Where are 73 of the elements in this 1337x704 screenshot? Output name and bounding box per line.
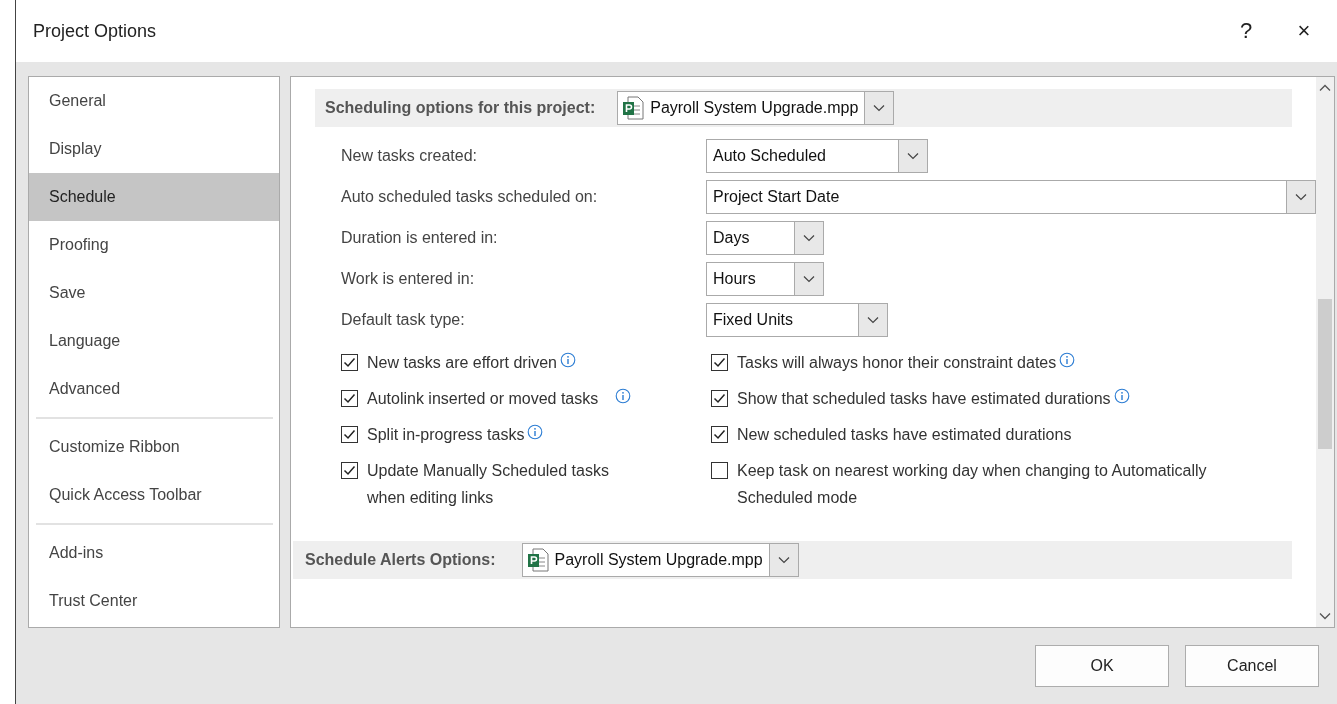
section-heading: Schedule Alerts Options: <box>305 551 496 569</box>
chevron-down-icon <box>803 234 815 242</box>
sidebar-item[interactable]: Display <box>29 125 279 173</box>
checkbox[interactable] <box>711 426 728 443</box>
cancel-button[interactable]: Cancel <box>1185 645 1319 687</box>
scroll-thumb[interactable] <box>1318 299 1332 449</box>
field-label: Work is entered in: <box>341 270 476 288</box>
option-label: Tasks will always honor their constraint dates <box>737 353 1057 373</box>
dropdown-value: Payroll System Upgrade.mpp <box>650 99 859 117</box>
scroll-up-icon[interactable] <box>1319 84 1331 92</box>
field-label: Auto scheduled tasks scheduled on: <box>341 188 599 206</box>
close-button[interactable]: × <box>1279 18 1329 44</box>
checkbox[interactable] <box>711 354 728 371</box>
scroll-down-icon[interactable] <box>1319 612 1331 620</box>
checkmark-icon <box>712 391 727 406</box>
option-label: Show that scheduled tasks have estimated durations <box>737 389 1111 409</box>
sidebar-item[interactable]: Customize Ribbon <box>29 423 279 471</box>
sidebar-item[interactable]: Trust Center <box>29 577 279 625</box>
checkmark-icon <box>712 355 727 370</box>
project-file-icon <box>526 548 549 572</box>
checkmark-icon <box>712 427 727 442</box>
project-file-icon <box>622 96 645 120</box>
chevron-down-icon <box>803 275 815 283</box>
option-label: New scheduled tasks have estimated durations <box>737 425 1072 445</box>
option-label: New tasks are effort driven <box>367 353 557 373</box>
sidebar-item[interactable]: Save <box>29 269 279 317</box>
dropdown[interactable]: Hours <box>706 262 824 296</box>
sidebar-item[interactable]: Add-ins <box>29 529 279 577</box>
project-dropdown[interactable]: Payroll System Upgrade.mpp <box>617 91 895 125</box>
dropdown-value: Project Start Date <box>713 188 840 206</box>
dropdown[interactable]: Auto Scheduled <box>706 139 928 173</box>
chevron-down-icon <box>867 316 879 324</box>
dropdown-value: Days <box>713 229 750 247</box>
checkmark-icon <box>342 355 357 370</box>
option-label: Update Manually Scheduled tasks when editing links <box>367 461 610 508</box>
checkbox[interactable] <box>711 390 728 407</box>
chevron-down-icon <box>907 152 919 160</box>
checkbox[interactable] <box>341 426 358 443</box>
checkbox[interactable] <box>341 390 358 407</box>
checkmark-icon <box>342 463 357 478</box>
field-label: New tasks created: <box>341 147 479 165</box>
sidebar-item[interactable]: Proofing <box>29 221 279 269</box>
help-button[interactable]: ? <box>1221 18 1271 44</box>
option-label: Split in-progress tasks <box>367 425 525 445</box>
dropdown[interactable]: Project Start Date <box>706 180 1316 214</box>
option-label: Autolink inserted or moved tasks <box>367 389 599 409</box>
checkbox[interactable] <box>711 462 728 479</box>
sidebar-item[interactable]: Schedule <box>29 173 279 221</box>
project-dropdown[interactable]: Payroll System Upgrade.mpp <box>521 543 799 577</box>
field-label: Default task type: <box>341 311 466 329</box>
dropdown-value: Auto Scheduled <box>713 147 826 165</box>
checkbox[interactable] <box>341 462 358 479</box>
scrollbar[interactable] <box>1316 77 1334 627</box>
section-heading: Scheduling options for this project: <box>325 99 596 117</box>
dropdown-value: Fixed Units <box>713 311 794 329</box>
checkmark-icon <box>342 427 357 442</box>
dropdown[interactable]: Fixed Units <box>706 303 888 337</box>
checkbox[interactable] <box>341 354 358 371</box>
dropdown-value: Payroll System Upgrade.mpp <box>554 551 763 569</box>
field-label: Duration is entered in: <box>341 229 499 247</box>
sidebar-item[interactable]: General <box>29 77 279 125</box>
window-title: Project Options <box>33 20 158 42</box>
sidebar-item[interactable]: Advanced <box>29 365 279 413</box>
chevron-down-icon <box>777 556 790 564</box>
sidebar-item[interactable]: Quick Access Toolbar <box>29 471 279 519</box>
ok-button[interactable]: OK <box>1035 645 1169 687</box>
checkmark-icon <box>342 391 357 406</box>
dropdown[interactable]: Days <box>706 221 824 255</box>
option-label: Keep task on nearest working day when changing to Automatically Scheduled mode <box>737 461 1208 508</box>
chevron-down-icon <box>873 104 886 112</box>
dropdown-value: Hours <box>713 270 756 288</box>
chevron-down-icon <box>1295 193 1307 201</box>
sidebar-item[interactable]: Language <box>29 317 279 365</box>
